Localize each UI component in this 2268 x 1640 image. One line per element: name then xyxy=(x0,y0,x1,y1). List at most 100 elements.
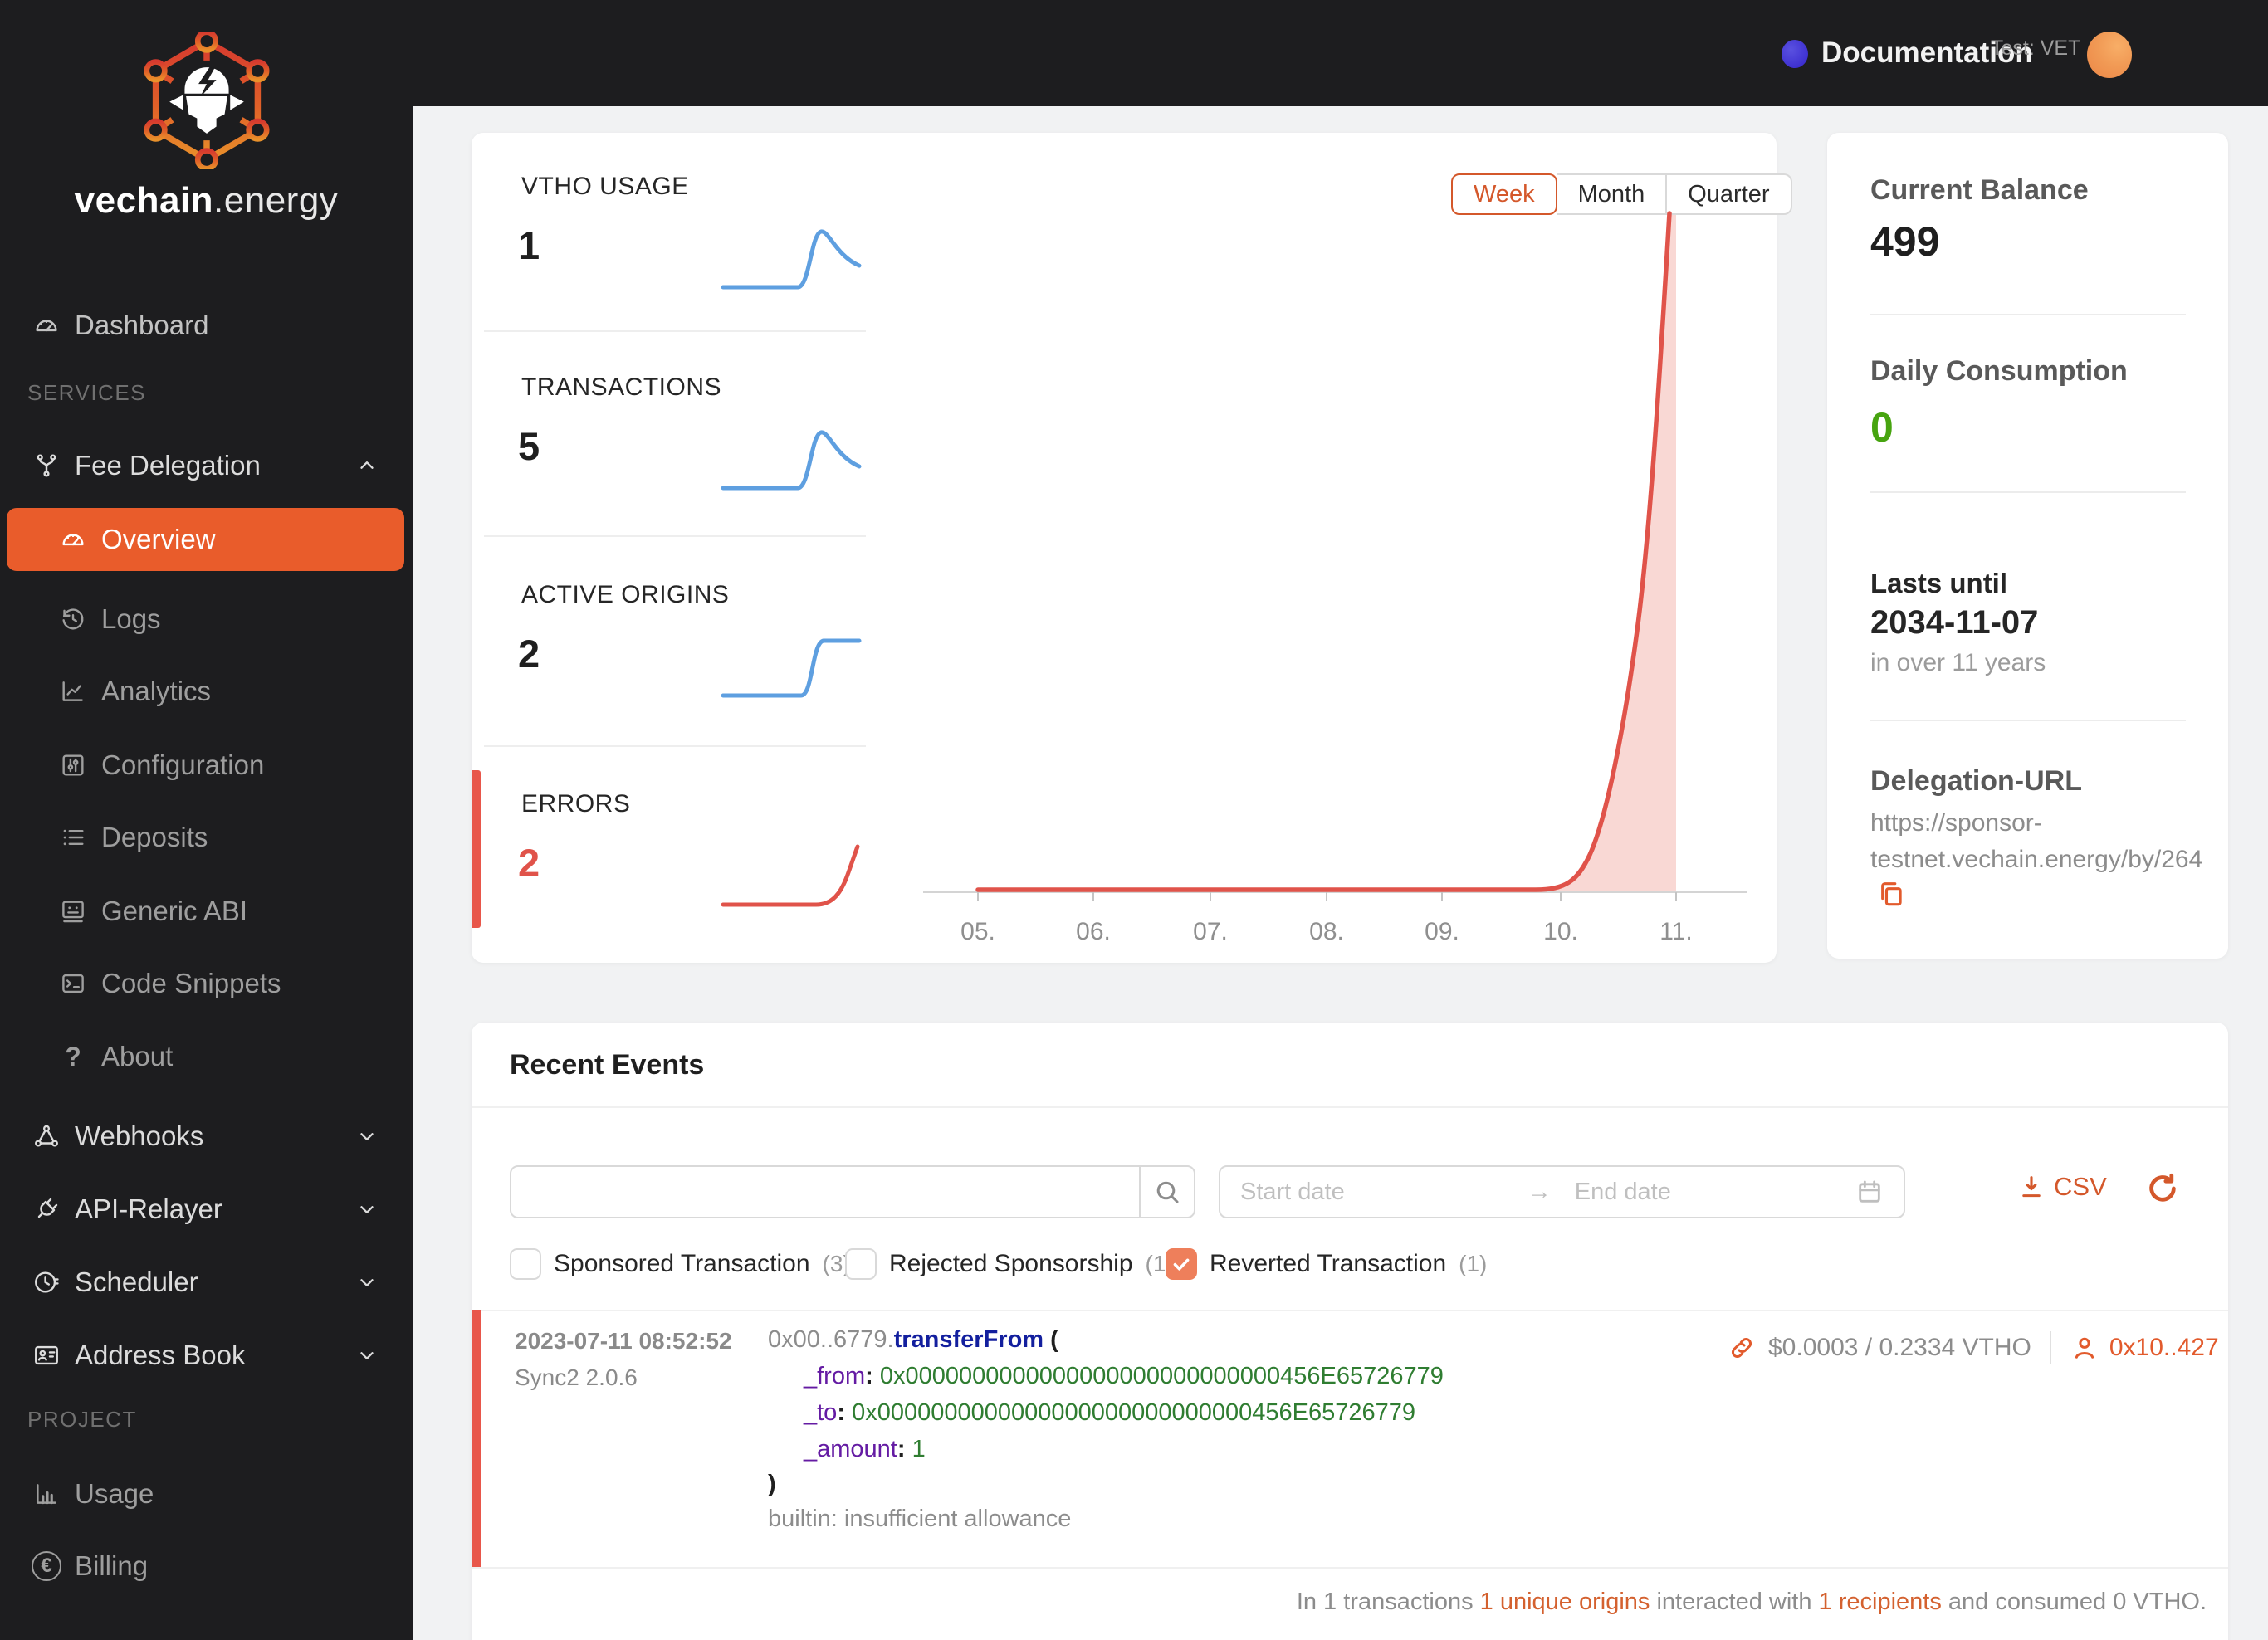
stat-label-vtho-usage: VTHO USAGE xyxy=(521,173,689,200)
sidebar-item-generic-abi[interactable]: Generic ABI xyxy=(0,880,413,943)
sidebar-item-deposits[interactable]: Deposits xyxy=(0,806,413,869)
stat-label-errors: ERRORS xyxy=(521,790,631,818)
date-range-picker[interactable]: Start date → End date xyxy=(1219,1165,1905,1218)
svg-text:08.: 08. xyxy=(1309,918,1344,945)
stat-value-transactions: 5 xyxy=(518,424,540,468)
sidebar-item-usage[interactable]: Usage xyxy=(0,1462,413,1525)
tab-week[interactable]: Week xyxy=(1451,173,1557,215)
search-button[interactable] xyxy=(1139,1167,1194,1217)
transactions-sparkline xyxy=(714,423,868,502)
csv-download-button[interactable]: CSV xyxy=(2017,1172,2107,1202)
event-call-signature: 0x00..6779.transferFrom ( xyxy=(768,1326,1058,1353)
sidebar-item-dashboard[interactable]: Dashboard xyxy=(0,294,413,357)
history-clock-icon xyxy=(58,604,88,634)
event-param-amount: _amount: 1 xyxy=(804,1436,926,1462)
divider xyxy=(1870,314,2186,315)
errors-sparkline xyxy=(714,840,868,919)
lasts-until-date: 2034-11-07 xyxy=(1870,604,2039,641)
stat-value-errors: 2 xyxy=(518,841,540,885)
copy-icon[interactable] xyxy=(1875,878,1909,911)
current-balance-label: Current Balance xyxy=(1870,174,2089,206)
gauge-icon xyxy=(58,525,88,554)
svg-text:06.: 06. xyxy=(1076,918,1111,945)
recent-events-card: Recent Events Start date → End date CSV xyxy=(472,1023,2228,1640)
sidebar-item-label: Fee Delegation xyxy=(75,450,261,481)
sidebar-item-configuration[interactable]: Configuration xyxy=(0,734,413,797)
range-arrow-icon: → xyxy=(1527,1178,1552,1205)
checkbox-checked[interactable] xyxy=(1166,1248,1197,1280)
event-origin-link[interactable]: 0x10..427 xyxy=(2109,1334,2219,1362)
sidebar-item-label: Logs xyxy=(101,603,161,634)
sidebar-item-webhooks[interactable]: Webhooks xyxy=(0,1105,413,1168)
avatar[interactable] xyxy=(2087,32,2132,78)
sidebar: vechain.energy Dashboard SERVICES Fee De… xyxy=(0,0,413,1640)
sidebar-item-label: Scheduler xyxy=(75,1267,198,1297)
sidebar-item-about[interactable]: ? About xyxy=(0,1025,413,1088)
sidebar-item-label: API-Relayer xyxy=(75,1193,222,1224)
stat-value-active-origins: 2 xyxy=(518,632,540,676)
search-input[interactable] xyxy=(511,1167,1139,1217)
contact-card-icon xyxy=(32,1340,61,1370)
sidebar-item-label: Code Snippets xyxy=(101,968,281,998)
list-icon xyxy=(58,822,88,852)
chevron-down-icon xyxy=(356,1198,378,1220)
sidebar-item-billing[interactable]: € Billing xyxy=(0,1535,413,1598)
sidebar-item-scheduler[interactable]: Scheduler xyxy=(0,1251,413,1314)
clock-icon xyxy=(32,1267,61,1297)
unique-origins-link[interactable]: 1 unique origins xyxy=(1480,1589,1650,1615)
svg-text:07.: 07. xyxy=(1193,918,1228,945)
vtho-usage-sparkline xyxy=(714,222,868,301)
person-icon xyxy=(2070,1333,2099,1363)
sidebar-item-fee-delegation[interactable]: Fee Delegation xyxy=(0,434,413,497)
sidebar-item-analytics[interactable]: Analytics xyxy=(0,660,413,723)
divider xyxy=(2049,1331,2051,1364)
delegation-url: https://sponsor- testnet.vechain.energy/… xyxy=(1870,809,2203,873)
chevron-down-icon xyxy=(356,1125,378,1147)
question-icon: ? xyxy=(65,1041,81,1071)
filter-reverted-transaction[interactable]: Reverted Transaction (1) xyxy=(1166,1248,1487,1280)
daily-consumption-label: Daily Consumption xyxy=(1870,355,2128,387)
reverted-event-stripe xyxy=(472,1310,481,1567)
sidebar-item-label: Usage xyxy=(75,1478,154,1509)
logo[interactable]: vechain.energy xyxy=(0,29,413,222)
nodes-icon xyxy=(32,1121,61,1151)
recipients-link[interactable]: 1 recipients xyxy=(1819,1589,1942,1615)
line-chart-icon xyxy=(58,676,88,706)
terminal-icon xyxy=(58,969,88,998)
refresh-icon xyxy=(2149,1173,2176,1202)
svg-text:09.: 09. xyxy=(1425,918,1459,945)
filter-rejected-sponsorship[interactable]: Rejected Sponsorship (1) xyxy=(845,1248,1174,1280)
lasts-until-label: Lasts until xyxy=(1870,568,2008,598)
recent-events-title: Recent Events xyxy=(510,1049,705,1081)
documentation-dot-icon xyxy=(1782,40,1808,68)
sidebar-item-label: Deposits xyxy=(101,822,208,852)
sidebar-item-logs[interactable]: Logs xyxy=(0,588,413,651)
sidebar-item-address-book[interactable]: Address Book xyxy=(0,1324,413,1387)
sidebar-item-overview[interactable]: Overview xyxy=(7,508,404,571)
sidebar-item-code-snippets[interactable]: Code Snippets xyxy=(0,952,413,1015)
bar-chart-icon xyxy=(32,1479,61,1509)
checkbox-unchecked[interactable] xyxy=(510,1248,541,1280)
divider xyxy=(484,330,866,332)
balance-card: Current Balance 499 Daily Consumption 0 … xyxy=(1827,133,2228,959)
sidebar-item-label: Dashboard xyxy=(75,310,209,340)
refresh-button[interactable] xyxy=(2144,1170,2181,1211)
stat-label-transactions: TRANSACTIONS xyxy=(521,373,722,401)
daily-consumption-value: 0 xyxy=(1870,404,1894,451)
delegation-url-label: Delegation-URL xyxy=(1870,765,2082,797)
link-icon[interactable] xyxy=(1727,1333,1757,1363)
filter-sponsored-transaction[interactable]: Sponsored Transaction (3) xyxy=(510,1248,851,1280)
chevron-up-icon xyxy=(356,455,378,476)
errors-highlight-bar xyxy=(472,770,481,928)
svg-text:11.: 11. xyxy=(1659,918,1692,945)
current-balance-value: 499 xyxy=(1870,218,1940,265)
plug-icon xyxy=(32,1194,61,1224)
usage-area-chart: 05. 06. 07. 08. 09. 10. 11. xyxy=(923,211,1747,945)
sidebar-item-api-relayer[interactable]: API-Relayer xyxy=(0,1178,413,1241)
usage-overview-card: VTHO USAGE 1 TRANSACTIONS 5 ACTIVE ORIGI… xyxy=(472,133,1792,963)
chevron-down-icon xyxy=(356,1345,378,1366)
checkbox-unchecked[interactable] xyxy=(845,1248,877,1280)
sliders-icon xyxy=(58,750,88,780)
sidebar-section-services: SERVICES xyxy=(27,380,147,405)
app-root: Documentation Test: VET vechain.energy D… xyxy=(0,0,2268,1640)
